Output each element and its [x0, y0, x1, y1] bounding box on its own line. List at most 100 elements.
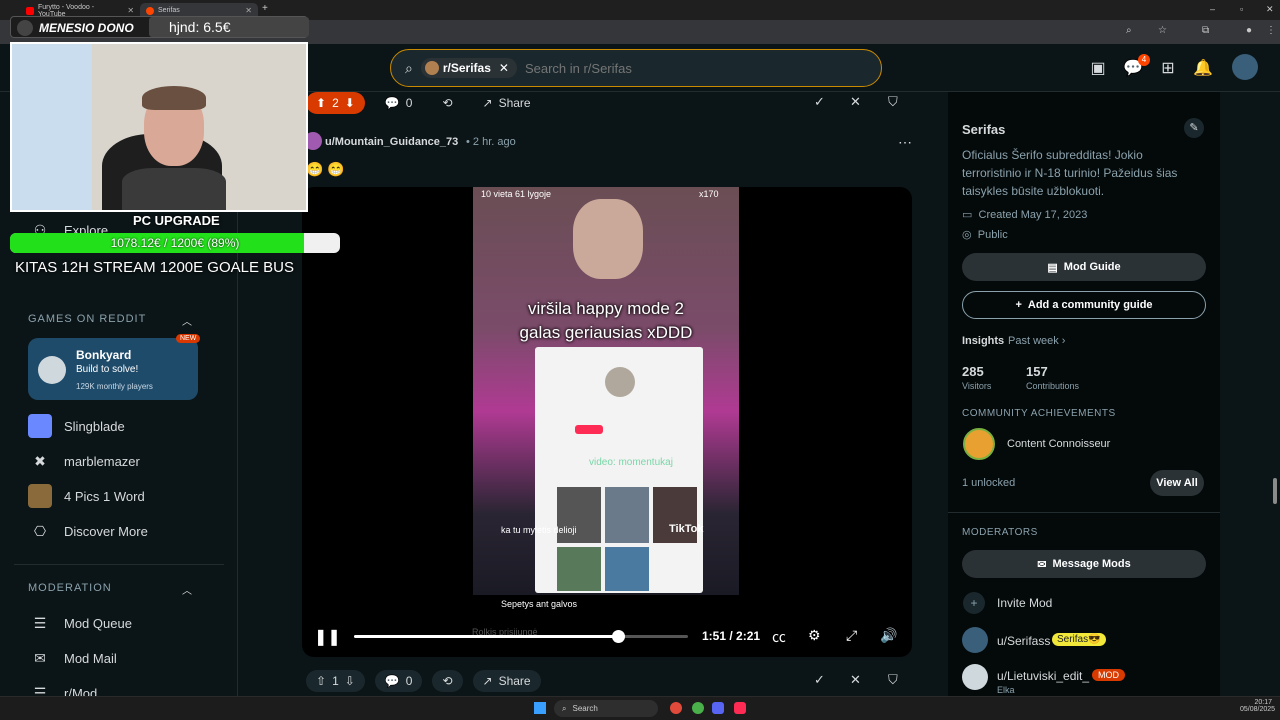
windows-start-icon[interactable] — [534, 702, 546, 714]
sidebar-item-mod-queue[interactable]: ☰ Mod Queue — [28, 611, 132, 635]
approve-icon[interactable]: ✓ — [814, 672, 825, 688]
video-time: 1:51 / 2:21 — [702, 629, 761, 643]
chevron-up-icon[interactable]: ︿ — [182, 582, 192, 597]
profile-picture — [605, 367, 635, 397]
sidebar-item-slingblade[interactable]: Slingblade — [28, 414, 125, 438]
close-icon[interactable]: ✕ — [245, 6, 252, 15]
downvote-icon[interactable]: ⇩ — [345, 674, 355, 688]
minimize-button[interactable]: – — [1210, 4, 1215, 14]
profile-avatar[interactable]: ● — [1246, 25, 1252, 36]
sidebar-item-mod-mail[interactable]: ✉ Mod Mail — [28, 646, 117, 670]
post-author[interactable]: u/Mountain_Guidance_73 — [325, 136, 458, 148]
discord-icon[interactable] — [712, 702, 724, 714]
close-window-button[interactable]: ✕ — [1266, 4, 1274, 15]
seek-progress — [354, 635, 618, 638]
achievements-title: COMMUNITY ACHIEVEMENTS — [962, 408, 1116, 419]
upvote-icon[interactable]: ⇧ — [316, 674, 326, 688]
create-post-icon[interactable]: ⊞ — [1157, 58, 1179, 78]
search-bar[interactable]: ⌕ r/Serifas ✕ — [390, 49, 882, 87]
upvote-icon[interactable]: ⬆ — [316, 96, 326, 110]
visitors-label: Visitors — [962, 381, 992, 391]
fullscreen-icon[interactable]: ⤢ — [846, 627, 857, 644]
subreddit-chip[interactable]: r/Serifas ✕ — [420, 58, 517, 78]
shield-icon[interactable]: ⛉ — [888, 672, 898, 688]
featured-game-card[interactable]: Bonkyard Build to solve! 129K monthly pl… — [28, 334, 201, 400]
chrome-icon[interactable] — [692, 702, 704, 714]
vote-control[interactable]: ⇧ 1 ⇩ — [306, 670, 365, 692]
prev-post-actions: ⬆ 2 ⬇ 💬 0 ⟲ ↗ Share — [306, 92, 541, 114]
goal-title: PC UPGRADE — [133, 213, 220, 228]
webcam-overlay — [10, 42, 308, 212]
contributions-label: Contributions — [1026, 381, 1080, 391]
clear-chip-icon[interactable]: ✕ — [499, 61, 509, 75]
user-avatar[interactable] — [1232, 54, 1258, 80]
post-actions: ⇧ 1 ⇩ 💬 0 ⟲ ↗ Share — [306, 670, 541, 692]
edit-pencil-icon[interactable]: ✎ — [1184, 118, 1204, 138]
zoom-icon[interactable]: ⌕ — [1126, 25, 1132, 36]
share-button[interactable]: ↗ Share — [473, 92, 541, 114]
crosspost-button[interactable]: ⟲ — [432, 92, 462, 114]
mod-username[interactable]: u/Serifass — [997, 634, 1050, 648]
downvote-icon[interactable]: ⬇ — [345, 96, 355, 110]
video-player[interactable]: 10 vieta 61 lygoje x170 viršila happy mo… — [302, 187, 912, 657]
moderation-section-title: MODERATION — [28, 582, 112, 594]
mod-avatar[interactable] — [962, 664, 988, 690]
menu-icon[interactable]: ⋮ — [1266, 25, 1276, 36]
sidebar-item-4pics[interactable]: 4 Pics 1 Word — [28, 484, 145, 508]
mod-avatar[interactable] — [962, 627, 988, 653]
follow-pill — [575, 425, 603, 434]
sidebar-item-marblemazer[interactable]: ✖ marblemazer — [28, 449, 140, 473]
shield-icon[interactable]: ⛉ — [888, 94, 898, 110]
chevron-up-icon[interactable]: ︿ — [182, 313, 192, 328]
add-guide-button[interactable]: + Add a community guide — [962, 291, 1206, 319]
video-caption-2: galas geriausias xDDD — [519, 323, 693, 342]
pause-icon[interactable]: ❚❚ — [314, 627, 341, 647]
remove-icon[interactable]: ✕ — [850, 672, 861, 688]
maximize-button[interactable]: ▫ — [1240, 4, 1243, 14]
contributions-value: 157 — [1026, 364, 1048, 379]
tiktok-icon[interactable] — [734, 702, 746, 714]
new-tab-button[interactable]: + — [262, 3, 268, 14]
extensions-icon[interactable]: ⧉ — [1202, 25, 1209, 36]
sidebar-item-discover[interactable]: ⎔ Discover More — [28, 519, 148, 543]
mod-username[interactable]: u/Lietuviski_edit_ — [997, 669, 1089, 683]
page-scrollbar[interactable] — [1270, 92, 1280, 696]
seek-handle[interactable] — [611, 630, 625, 643]
mod-guide-button[interactable]: ▤ Mod Guide — [962, 253, 1206, 281]
taskbar-search[interactable]: ⌕ Search — [554, 700, 658, 717]
more-options-icon[interactable]: ⋯ — [898, 134, 912, 151]
approve-icon[interactable]: ✓ — [814, 94, 825, 110]
comments-button[interactable]: 💬 0 — [375, 92, 423, 114]
streamer-shirt — [122, 168, 226, 210]
share-button[interactable]: ↗ Share — [472, 670, 541, 692]
bell-icon[interactable]: 🔔 — [1192, 58, 1214, 78]
volume-icon[interactable]: 🔊 — [880, 627, 897, 644]
community-name: Serifas — [962, 122, 1006, 137]
visitors-value: 285 — [962, 364, 984, 379]
invite-mod-button[interactable]: Invite Mod — [997, 596, 1052, 610]
created-date: ▭ Created May 17, 2023 — [962, 209, 1088, 221]
visibility: ◎ Public — [962, 229, 1008, 241]
comments-button[interactable]: 💬 0 — [374, 670, 423, 692]
bookmark-star-icon[interactable]: ☆ — [1158, 25, 1167, 36]
games-section-title: GAMES ON REDDIT — [28, 313, 147, 325]
remove-icon[interactable]: ✕ — [850, 94, 861, 110]
message-mods-button[interactable]: ✉ Message Mods — [962, 550, 1206, 578]
post-age: • 2 hr. ago — [466, 136, 516, 148]
scrollbar-thumb[interactable] — [1273, 478, 1277, 504]
captions-icon[interactable]: ㏄ — [772, 627, 786, 647]
close-icon[interactable]: ✕ — [127, 6, 134, 15]
search-input[interactable] — [524, 60, 825, 76]
crosspost-button[interactable]: ⟲ — [432, 670, 463, 692]
comment-icon: 💬 — [384, 96, 400, 110]
view-all-button[interactable]: View All — [1150, 470, 1204, 496]
app-icon[interactable] — [670, 702, 682, 714]
vote-control[interactable]: ⬆ 2 ⬇ — [306, 92, 365, 114]
advertise-icon[interactable]: ▣ — [1087, 58, 1109, 78]
achievement-name: Content Connoisseur — [1007, 438, 1111, 450]
clock[interactable]: 20:17 05/08/2025 — [1240, 699, 1275, 713]
settings-gear-icon[interactable]: ⚙ — [808, 627, 821, 644]
period-selector[interactable]: Past week › — [1008, 335, 1065, 347]
cake-icon: ▭ — [962, 209, 973, 221]
video-seek-bar[interactable] — [354, 630, 688, 643]
